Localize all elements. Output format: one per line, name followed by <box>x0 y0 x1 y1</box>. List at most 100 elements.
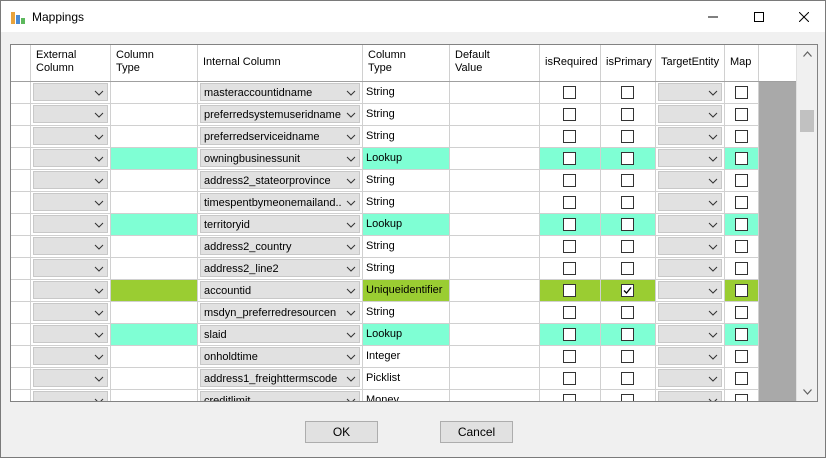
is-required-checkbox[interactable] <box>563 151 576 165</box>
header-is-primary[interactable]: isPrimary <box>601 45 656 81</box>
combo-dropdown-button[interactable] <box>91 172 107 188</box>
is-required-cell[interactable] <box>540 302 601 324</box>
combo-dropdown-button[interactable] <box>343 216 359 232</box>
map-cell[interactable] <box>725 104 759 126</box>
is-required-checkbox[interactable] <box>563 305 576 319</box>
header-column-type[interactable]: Column Type <box>111 45 198 81</box>
target-entity-cell[interactable] <box>656 302 725 324</box>
header-column-type-internal[interactable]: Column Type <box>363 45 450 81</box>
combo-dropdown-button[interactable] <box>91 260 107 276</box>
combo-dropdown-button[interactable] <box>91 304 107 320</box>
is-primary-checkbox[interactable] <box>621 217 634 231</box>
is-required-checkbox[interactable] <box>563 327 576 341</box>
internal-column-combo[interactable]: address2_stateorprovince <box>200 171 360 189</box>
is-primary-checkbox[interactable] <box>621 151 634 165</box>
scroll-down-button[interactable] <box>797 383 817 401</box>
target-entity-cell[interactable] <box>656 236 725 258</box>
target-entity-combo[interactable] <box>658 369 722 387</box>
combo-dropdown-button[interactable] <box>705 194 721 210</box>
is-required-checkbox[interactable] <box>563 129 576 143</box>
combo-dropdown-button[interactable] <box>705 84 721 100</box>
external-column-cell[interactable] <box>31 170 111 192</box>
is-primary-checkbox[interactable] <box>621 371 634 385</box>
target-entity-combo[interactable] <box>658 105 722 123</box>
default-value-cell[interactable] <box>450 104 540 126</box>
column-type-cell[interactable] <box>111 214 198 236</box>
default-value-cell[interactable] <box>450 214 540 236</box>
table-row[interactable]: preferredsystemuseridname String <box>11 104 797 126</box>
is-primary-cell[interactable] <box>601 236 656 258</box>
combo-dropdown-button[interactable] <box>91 128 107 144</box>
map-checkbox[interactable] <box>734 173 748 187</box>
is-required-checkbox[interactable] <box>563 239 576 253</box>
is-primary-cell[interactable] <box>601 126 656 148</box>
is-primary-checkbox[interactable] <box>621 349 634 363</box>
table-row[interactable]: address2_country String <box>11 236 797 258</box>
combo-dropdown-button[interactable] <box>705 348 721 364</box>
target-entity-combo[interactable] <box>658 391 722 401</box>
combo-dropdown-button[interactable] <box>705 282 721 298</box>
default-value-cell[interactable] <box>450 170 540 192</box>
minimize-button[interactable] <box>690 1 736 32</box>
maximize-button[interactable] <box>736 1 782 32</box>
target-entity-combo[interactable] <box>658 83 722 101</box>
column-type-cell[interactable] <box>111 126 198 148</box>
map-cell[interactable] <box>725 126 759 148</box>
row-header[interactable] <box>11 324 31 346</box>
combo-dropdown-button[interactable] <box>343 392 359 401</box>
external-column-cell[interactable] <box>31 82 111 104</box>
external-column-cell[interactable] <box>31 214 111 236</box>
is-required-checkbox[interactable] <box>563 195 576 209</box>
row-header[interactable] <box>11 236 31 258</box>
is-primary-checkbox[interactable] <box>621 239 634 253</box>
combo-dropdown-button[interactable] <box>91 150 107 166</box>
is-primary-cell[interactable] <box>601 258 656 280</box>
external-column-combo[interactable] <box>33 149 108 167</box>
internal-column-cell[interactable]: creditlimit <box>198 390 363 401</box>
internal-column-cell[interactable]: owningbusinessunit <box>198 148 363 170</box>
column-type-cell[interactable] <box>111 236 198 258</box>
map-cell[interactable] <box>725 324 759 346</box>
map-checkbox[interactable] <box>734 151 748 165</box>
combo-dropdown-button[interactable] <box>343 260 359 276</box>
target-entity-combo[interactable] <box>658 215 722 233</box>
internal-column-cell[interactable]: onholdtime <box>198 346 363 368</box>
target-entity-combo[interactable] <box>658 127 722 145</box>
combo-dropdown-button[interactable] <box>343 84 359 100</box>
table-row[interactable]: territoryid Lookup <box>11 214 797 236</box>
combo-dropdown-button[interactable] <box>343 238 359 254</box>
is-primary-cell[interactable] <box>601 214 656 236</box>
is-required-checkbox[interactable] <box>563 173 576 187</box>
map-cell[interactable] <box>725 280 759 302</box>
map-checkbox[interactable] <box>734 305 748 319</box>
is-required-cell[interactable] <box>540 82 601 104</box>
is-required-checkbox[interactable] <box>563 261 576 275</box>
combo-dropdown-button[interactable] <box>705 238 721 254</box>
combo-dropdown-button[interactable] <box>343 348 359 364</box>
is-primary-cell[interactable] <box>601 104 656 126</box>
table-row[interactable]: preferredserviceidname String <box>11 126 797 148</box>
internal-column-combo[interactable]: preferredserviceidname <box>200 127 360 145</box>
combo-dropdown-button[interactable] <box>91 370 107 386</box>
header-external-column[interactable]: External Column <box>31 45 111 81</box>
is-primary-cell[interactable] <box>601 324 656 346</box>
map-checkbox[interactable] <box>734 129 748 143</box>
column-type-cell[interactable] <box>111 368 198 390</box>
table-row[interactable]: address2_stateorprovince String <box>11 170 797 192</box>
map-cell[interactable] <box>725 170 759 192</box>
is-primary-cell[interactable] <box>601 390 656 401</box>
internal-column-cell[interactable]: timespentbymeonemailand... <box>198 192 363 214</box>
external-column-cell[interactable] <box>31 390 111 401</box>
row-header[interactable] <box>11 390 31 401</box>
combo-dropdown-button[interactable] <box>343 106 359 122</box>
is-required-cell[interactable] <box>540 346 601 368</box>
column-type-cell[interactable] <box>111 192 198 214</box>
internal-column-combo[interactable]: creditlimit <box>200 391 360 401</box>
is-required-cell[interactable] <box>540 192 601 214</box>
is-primary-checkbox[interactable] <box>621 305 634 319</box>
combo-dropdown-button[interactable] <box>343 304 359 320</box>
column-type-cell[interactable] <box>111 104 198 126</box>
table-row[interactable]: owningbusinessunit Lookup <box>11 148 797 170</box>
target-entity-combo[interactable] <box>658 171 722 189</box>
is-primary-checkbox[interactable] <box>621 195 634 209</box>
